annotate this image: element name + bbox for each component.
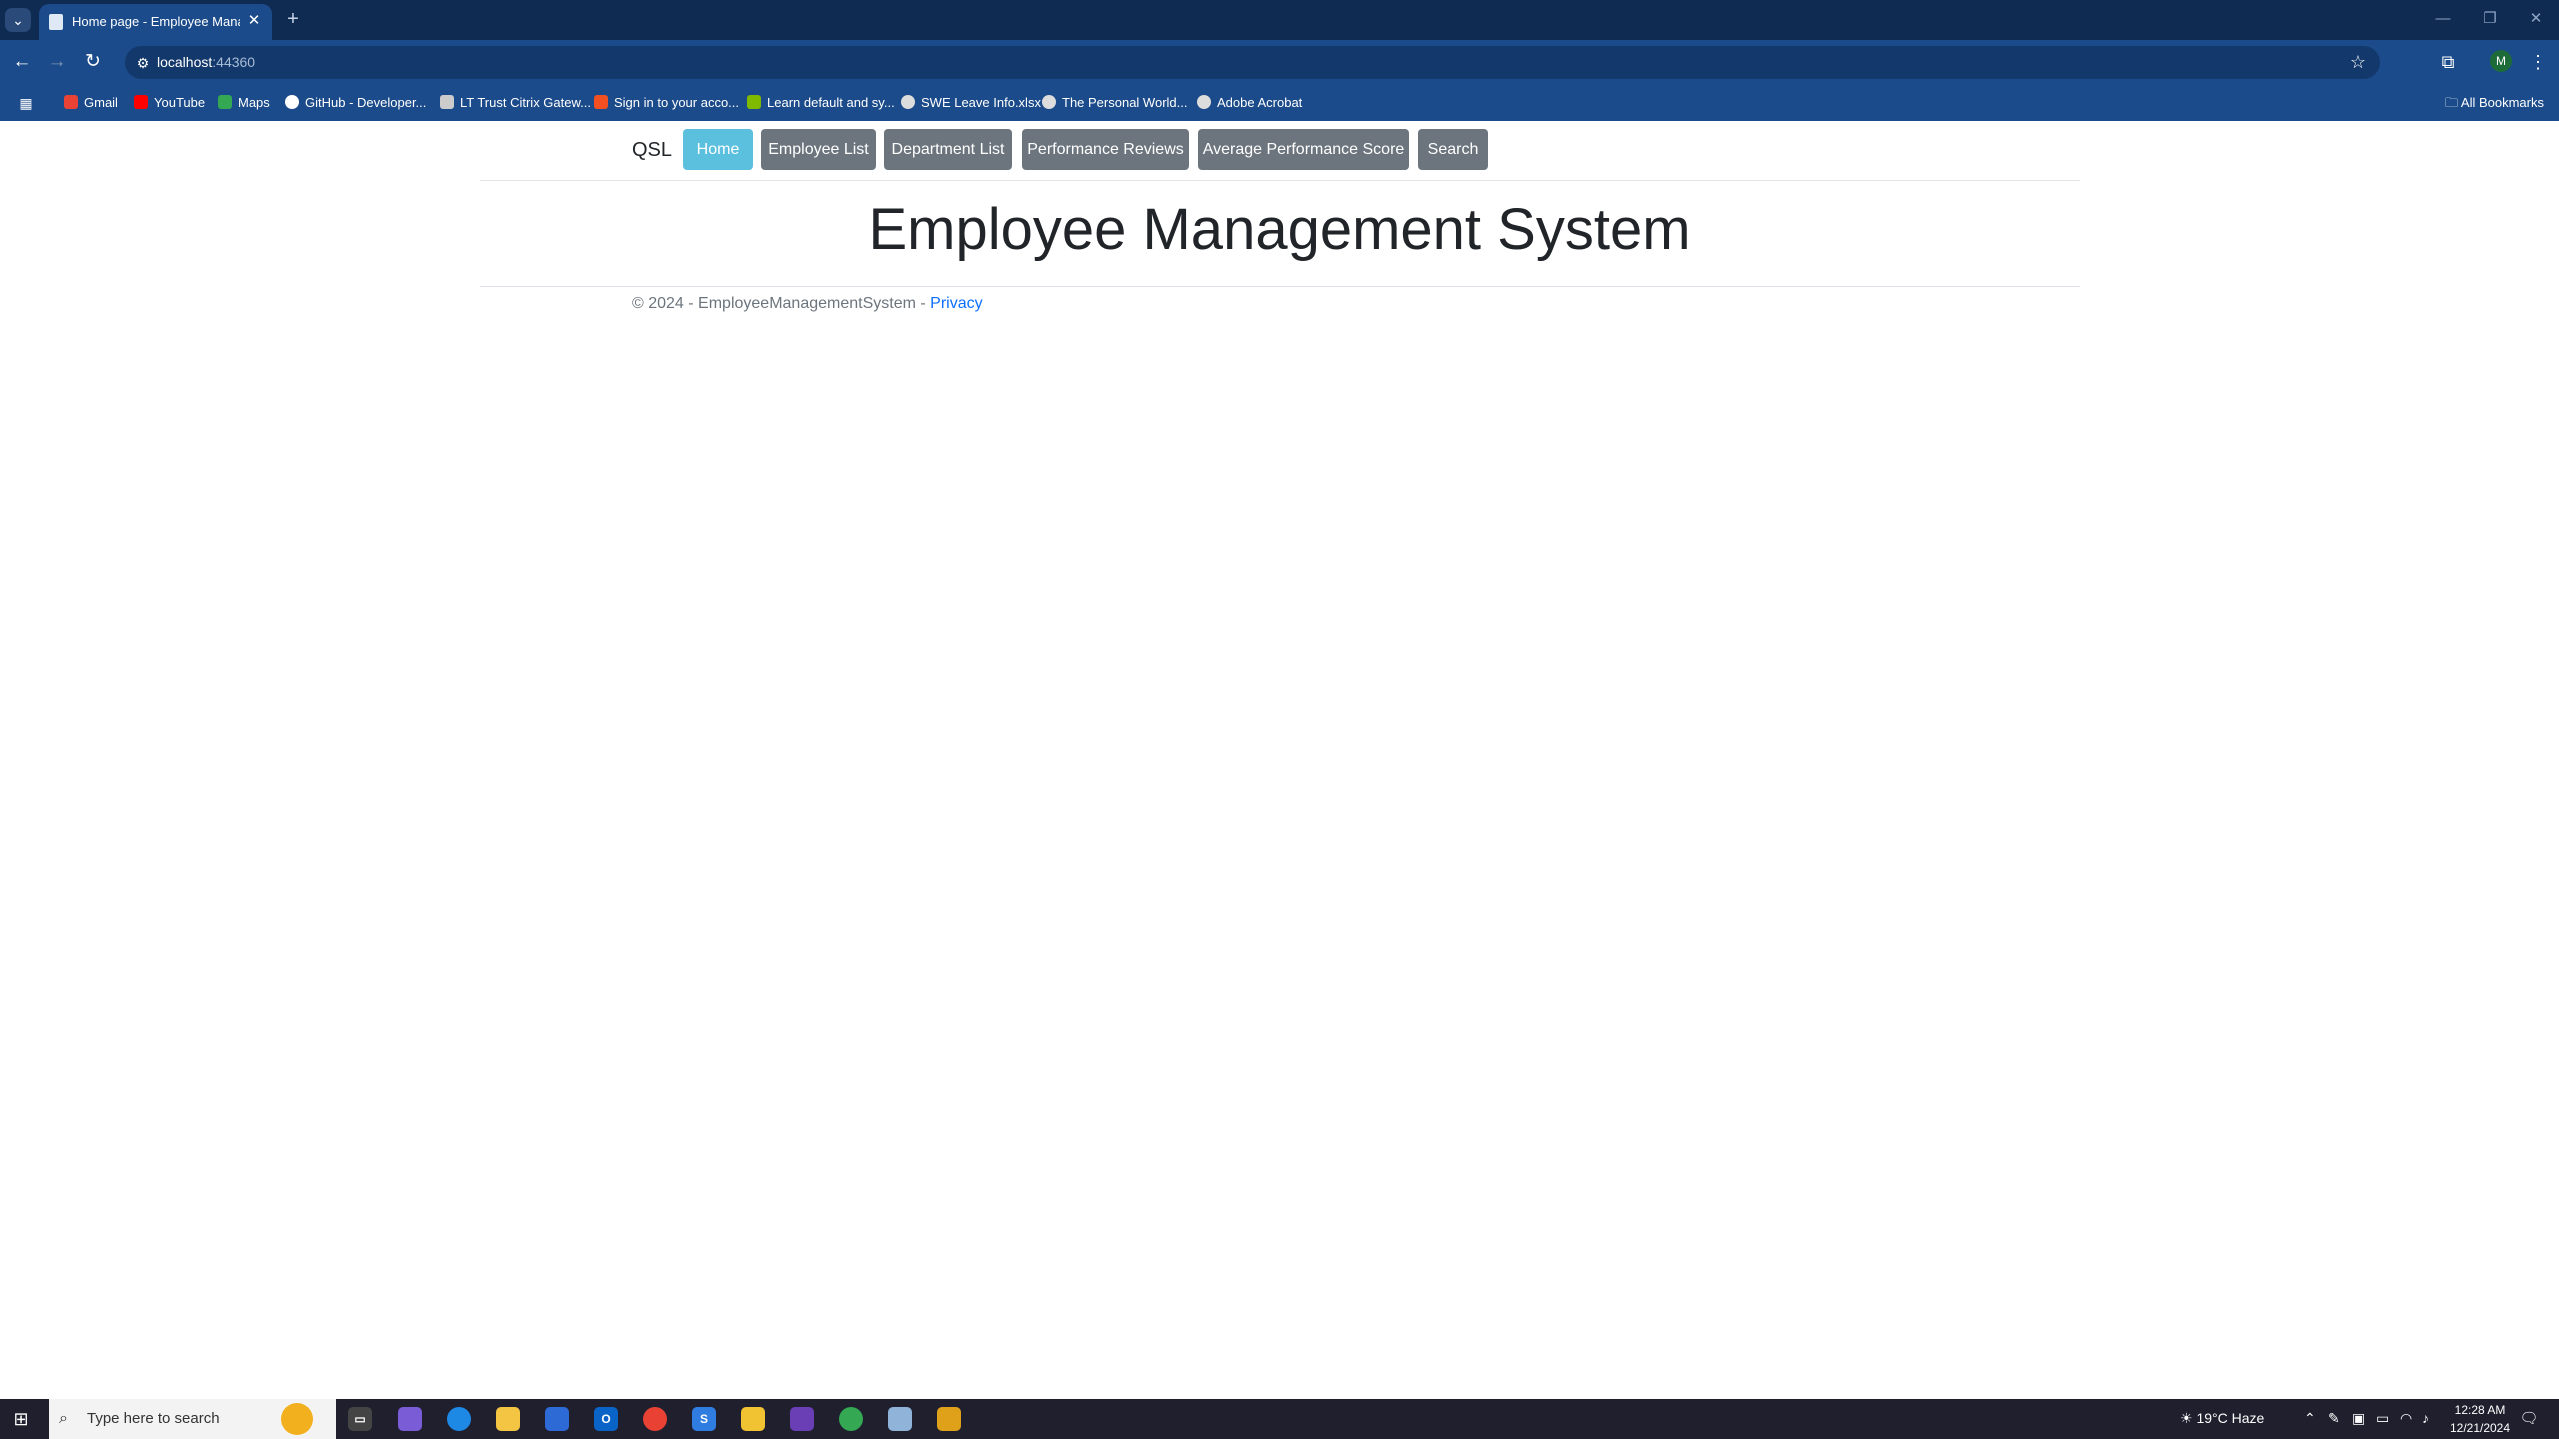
bookmark-adobe[interactable]: Adobe Acrobat	[1197, 93, 1302, 113]
nav-performance-reviews-button[interactable]: Performance Reviews	[1022, 129, 1189, 170]
file-explorer-icon[interactable]	[496, 1407, 520, 1431]
footer-copyright: © 2024 - EmployeeManagementSystem - Priv…	[632, 295, 983, 312]
privacy-link[interactable]: Privacy	[930, 295, 982, 312]
tab-close-icon[interactable]: ✕	[245, 12, 263, 30]
bookmark-personal-world[interactable]: The Personal World...	[1042, 93, 1187, 113]
gmail-icon	[64, 95, 78, 109]
page-title: Employee Management System	[868, 197, 1691, 262]
bookmark-sign-in[interactable]: Sign in to your acco...	[594, 93, 739, 113]
chrome-profile-icon[interactable]	[839, 1407, 863, 1431]
browser-menu-icon[interactable]: ⋮	[2524, 48, 2552, 76]
taskbar-search-placeholder: Type here to search	[87, 1410, 220, 1427]
site-navbar: QSL Home Employee List Department List P…	[480, 121, 2080, 181]
taskbar-search-box[interactable]: ⌕ Type here to search	[49, 1399, 336, 1439]
lock-icon	[440, 95, 454, 109]
system-clock[interactable]: 12:28 AM 12/21/2024	[2440, 1401, 2520, 1437]
notepad-icon[interactable]	[888, 1407, 912, 1431]
globe-icon	[901, 95, 915, 109]
meet-icon[interactable]: ▣	[2352, 1410, 2365, 1427]
bookmark-github[interactable]: GitHub - Developer...	[285, 93, 426, 113]
bookmark-citrix[interactable]: LT Trust Citrix Gatew...	[440, 93, 591, 113]
copilot-icon[interactable]	[398, 1407, 422, 1431]
all-bookmarks[interactable]: 🗀 All Bookmarks	[2445, 93, 2544, 113]
url-text[interactable]: localhost:44360	[157, 54, 255, 70]
nav-department-list-button[interactable]: Department List	[884, 129, 1012, 170]
bookmark-swe-leave[interactable]: SWE Leave Info.xlsx	[901, 93, 1041, 113]
github-icon	[285, 95, 299, 109]
minimize-icon[interactable]: —	[2428, 8, 2458, 30]
url-host: localhost	[157, 54, 213, 70]
nav-home-button[interactable]: Home	[683, 129, 753, 170]
address-bar[interactable]: ⚙ localhost:44360 ☆	[125, 46, 2380, 79]
nav-average-score-button[interactable]: Average Performance Score	[1198, 129, 1409, 170]
new-tab-button[interactable]: +	[282, 8, 304, 30]
globe-icon	[1197, 95, 1211, 109]
show-hidden-icons[interactable]: ⌃	[2304, 1410, 2316, 1427]
bookmark-youtube[interactable]: YouTube	[134, 93, 205, 113]
clock-time: 12:28 AM	[2454, 1403, 2506, 1417]
git-icon[interactable]	[937, 1407, 961, 1431]
profile-avatar[interactable]: M	[2490, 50, 2512, 72]
url-port: :44360	[212, 54, 256, 70]
weather-icon: ☀	[2180, 1410, 2197, 1426]
browser-titlebar: ⌄ Home page - Employee Manag ✕ + — ❐ ✕	[0, 0, 2559, 40]
search-highlight-icon	[281, 1403, 313, 1435]
page-footer: © 2024 - EmployeeManagementSystem - Priv…	[480, 286, 2080, 326]
globe-icon	[1042, 95, 1056, 109]
volume-icon[interactable]: ♪	[2422, 1410, 2429, 1426]
battery-icon[interactable]: ▭	[2376, 1410, 2389, 1427]
bookmarks-bar: ▦ Gmail YouTube Maps GitHub - Developer.…	[0, 85, 2559, 121]
chrome-icon[interactable]	[643, 1407, 667, 1431]
forward-arrow-icon[interactable]: →	[45, 50, 69, 74]
outlook-icon[interactable]: O	[594, 1407, 618, 1431]
nav-search-button[interactable]: Search	[1418, 129, 1488, 170]
windows-start-icon[interactable]: ⊞	[10, 1408, 32, 1430]
nav-employee-list-button[interactable]: Employee List	[761, 129, 876, 170]
edge-icon[interactable]	[447, 1407, 471, 1431]
bookmark-gmail[interactable]: Gmail	[64, 93, 118, 113]
window-close-icon[interactable]: ✕	[2521, 8, 2551, 30]
task-view-icon[interactable]: ▭	[348, 1407, 372, 1431]
wifi-icon[interactable]: ◠	[2400, 1410, 2412, 1427]
browser-tab-active[interactable]: Home page - Employee Manag ✕	[39, 4, 272, 40]
browser-toolbar: ← → ↻ ⚙ localhost:44360 ☆ ⧉ ⋮	[0, 40, 2559, 85]
store-icon[interactable]	[545, 1407, 569, 1431]
bookmark-learn[interactable]: Learn default and sy...	[747, 93, 895, 113]
sticky-app-icon[interactable]	[741, 1407, 765, 1431]
maps-icon	[218, 95, 232, 109]
youtube-icon	[134, 95, 148, 109]
restore-icon[interactable]: ❐	[2475, 8, 2505, 30]
bookmark-maps[interactable]: Maps	[218, 93, 270, 113]
search-icon: ⌕	[59, 1410, 68, 1427]
skype-icon[interactable]: S	[692, 1407, 716, 1431]
page-favicon-icon	[49, 14, 63, 30]
tab-search-icon[interactable]: ⌄	[5, 8, 31, 32]
folder-icon: 🗀	[2445, 95, 2461, 110]
microsoft-icon	[747, 95, 761, 109]
brand-logo[interactable]: QSL	[632, 139, 672, 162]
microsoft-icon	[594, 95, 608, 109]
apps-grid-icon[interactable]: ▦	[17, 94, 35, 112]
notification-icon[interactable]: 🗨	[2518, 1408, 2540, 1430]
extensions-icon[interactable]: ⧉	[2434, 48, 2462, 76]
reload-icon[interactable]: ↻	[81, 50, 105, 74]
tab-title: Home page - Employee Manag	[72, 14, 240, 29]
back-arrow-icon[interactable]: ←	[10, 50, 34, 74]
visual-studio-icon[interactable]	[790, 1407, 814, 1431]
windows-taskbar: ⊞ ⌕ Type here to search ▭ O S ☀ 19°C Haz…	[0, 1399, 2559, 1439]
clock-date: 12/21/2024	[2449, 1421, 2511, 1435]
bookmark-star-icon[interactable]: ☆	[2350, 52, 2366, 73]
weather-widget[interactable]: ☀ 19°C Haze	[2180, 1410, 2264, 1427]
site-info-icon[interactable]: ⚙	[133, 53, 153, 73]
pen-icon[interactable]: ✎	[2328, 1410, 2340, 1427]
